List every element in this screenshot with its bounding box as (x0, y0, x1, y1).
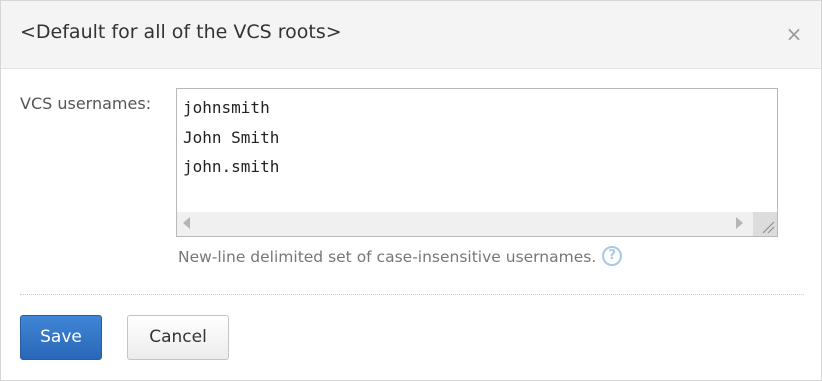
horizontal-scrollbar[interactable] (177, 212, 777, 236)
vcs-usernames-value[interactable]: johnsmith John Smith john.smith (183, 93, 771, 182)
vcs-usernames-label: VCS usernames: (20, 94, 152, 113)
save-button[interactable]: Save (20, 315, 102, 360)
help-icon[interactable]: ? (602, 246, 623, 266)
close-icon[interactable]: × (785, 23, 803, 45)
cancel-button[interactable]: Cancel (127, 315, 229, 360)
divider (20, 294, 804, 295)
hint-text: New-line delimited set of case-insensiti… (178, 248, 597, 266)
vcs-usernames-textarea[interactable]: johnsmith John Smith john.smith (176, 88, 778, 237)
dialog-header: <Default for all of the VCS roots> × (1, 1, 821, 69)
vcs-usernames-hint: New-line delimited set of case-insensiti… (178, 246, 623, 266)
scroll-left-arrow-icon[interactable] (183, 217, 190, 229)
resize-grip-icon[interactable] (753, 212, 777, 236)
scroll-right-arrow-icon[interactable] (736, 217, 743, 229)
dialog-title: <Default for all of the VCS roots> (20, 21, 342, 43)
vcs-usernames-dialog: <Default for all of the VCS roots> × VCS… (0, 0, 822, 381)
